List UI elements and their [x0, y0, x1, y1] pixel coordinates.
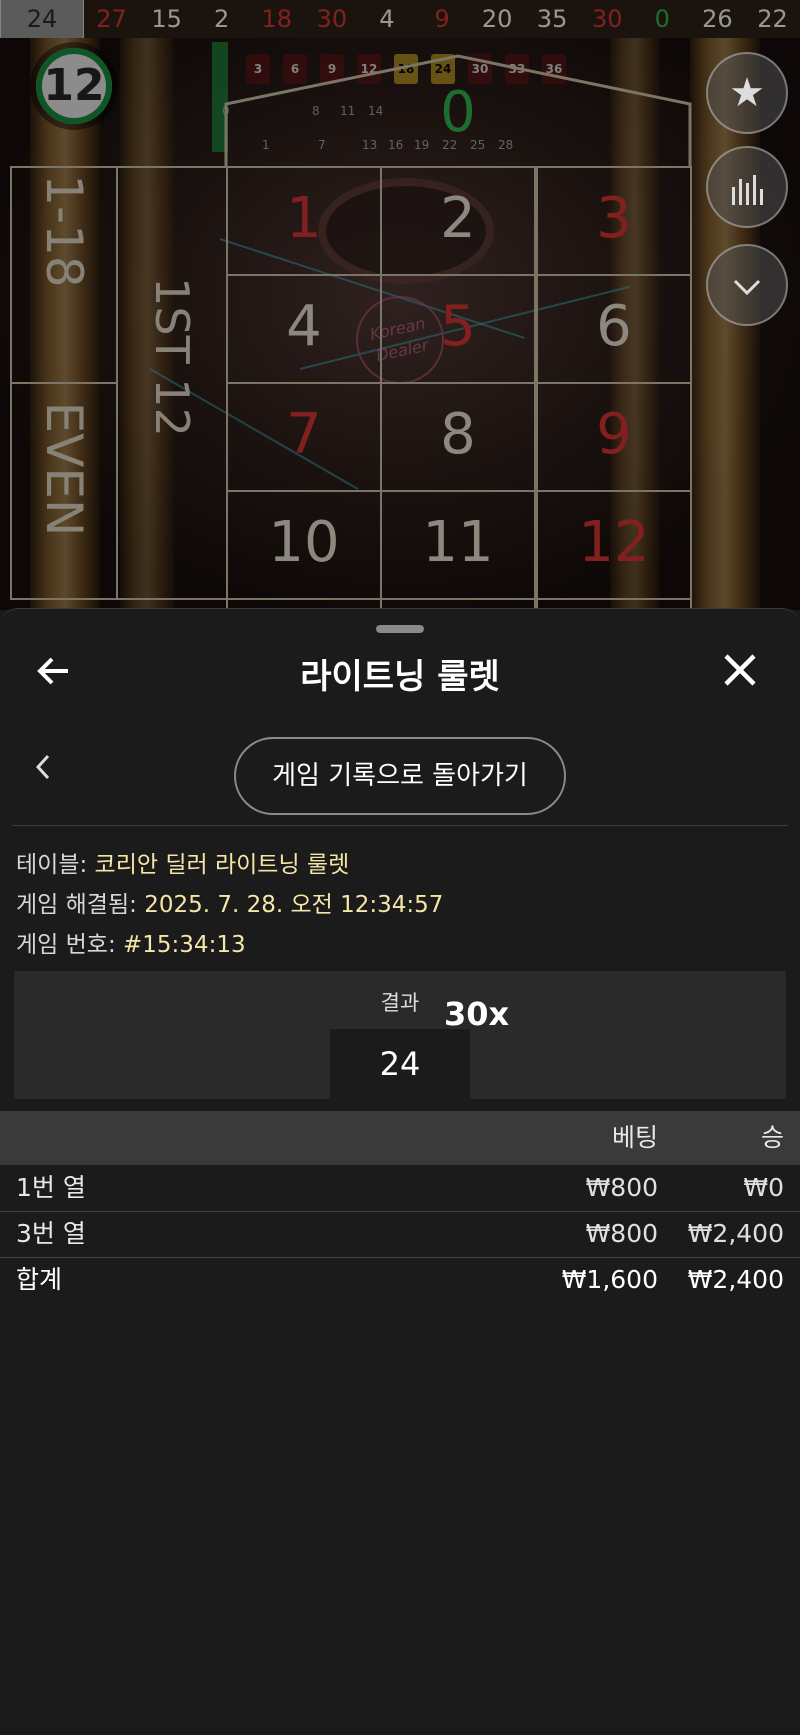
timer-dim [30, 42, 118, 130]
game-number-info: 게임 번호: #15:34:13 [16, 925, 246, 959]
game-history-detail-sheet: 라이트닝 룰렛 게임 기록으로 돌아가기 테이블: 코리안 딜러 라이트닝 룰렛… [0, 608, 800, 1735]
return-to-history-button[interactable]: 게임 기록으로 돌아가기 [234, 737, 566, 815]
chevron-down-icon [733, 279, 761, 296]
table-info: 테이블: 코리안 딜러 라이트닝 룰렛 [16, 845, 349, 879]
sheet-drag-handle[interactable] [376, 625, 424, 633]
close-button[interactable] [722, 649, 758, 698]
favorite-button[interactable]: ★ [706, 52, 788, 134]
total-row: 합계 ₩1,600 ₩2,400 [0, 1257, 800, 1303]
sheet-backdrop[interactable] [0, 0, 800, 610]
table-row: 1번 열 ₩800 ₩0 [0, 1165, 800, 1212]
bets-table-header: 베팅 승 [0, 1111, 800, 1165]
result-number: 24 [330, 1029, 470, 1099]
win-amount: ₩2,400 [687, 1219, 784, 1248]
resolved-info-label: 게임 해결됨: [16, 892, 137, 918]
result-label: 결과 [380, 991, 420, 1015]
bet-amount: ₩800 [585, 1219, 658, 1248]
win-amount: ₩0 [743, 1173, 784, 1202]
total-win-amount: ₩2,400 [687, 1265, 784, 1294]
star-icon: ★ [729, 70, 765, 116]
bet-column-header: 베팅 [611, 1123, 658, 1152]
table-info-value: 코리안 딜러 라이트닝 룰렛 [94, 852, 350, 878]
close-icon [724, 654, 756, 686]
resolved-info-value: 2025. 7. 28. 오전 12:34:57 [144, 892, 444, 918]
total-label: 합계 [16, 1265, 63, 1294]
statistics-button[interactable] [706, 146, 788, 228]
lightning-multiplier: 30x [444, 995, 510, 1033]
result-panel: 결과 24 30x [14, 971, 786, 1099]
game-number-value: #15:34:13 [123, 932, 246, 958]
game-number-label: 게임 번호: [16, 932, 116, 958]
bet-amount: ₩800 [585, 1173, 658, 1202]
previous-record-button[interactable] [32, 751, 54, 791]
bet-type: 1번 열 [16, 1173, 86, 1202]
divider [12, 825, 788, 826]
collapse-button[interactable] [706, 244, 788, 326]
chevron-left-icon [35, 754, 50, 780]
bet-type: 3번 열 [16, 1219, 86, 1248]
resolved-info: 게임 해결됨: 2025. 7. 28. 오전 12:34:57 [16, 885, 443, 919]
total-bet-amount: ₩1,600 [561, 1265, 658, 1294]
sheet-title: 라이트닝 룰렛 [300, 657, 500, 697]
bar-chart-icon [732, 175, 763, 205]
win-column-header: 승 [760, 1123, 784, 1152]
table-info-label: 테이블: [16, 852, 88, 878]
round-timer: 12 [30, 42, 118, 130]
table-row: 3번 열 ₩800 ₩2,400 [0, 1211, 800, 1258]
